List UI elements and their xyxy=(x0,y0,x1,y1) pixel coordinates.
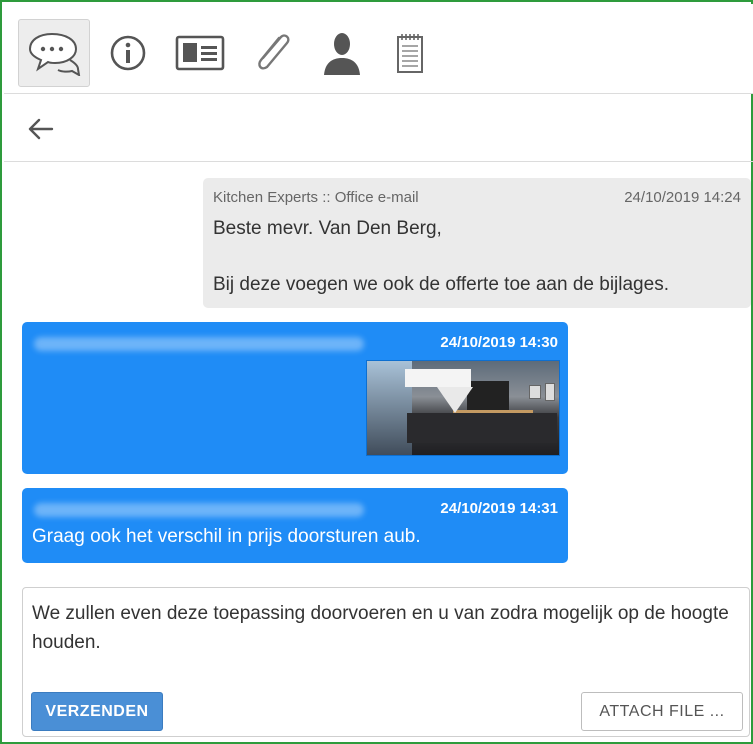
message-text-line: Bij deze voegen we ook de offerte toe aa… xyxy=(213,274,669,295)
redacted-sender xyxy=(34,337,364,351)
kitchen-render-image[interactable] xyxy=(366,360,560,456)
arrow-left-icon xyxy=(26,118,56,148)
compose-input[interactable]: We zullen even deze toepassing doorvoere… xyxy=(32,599,732,657)
notes-tab[interactable] xyxy=(374,19,446,87)
chat-tab[interactable] xyxy=(18,19,90,87)
message-sender: Kitchen Experts :: Office e-mail xyxy=(213,189,419,206)
send-button[interactable]: VERZENDEN xyxy=(31,692,163,731)
contact-card-tab[interactable] xyxy=(164,19,236,87)
chat-icon xyxy=(26,30,82,76)
message-timestamp: 24/10/2019 14:24 xyxy=(624,189,741,206)
message-timestamp: 24/10/2019 14:31 xyxy=(440,500,558,517)
toolbar xyxy=(4,4,753,94)
message-outgoing: 24/10/2019 14:31 Graag ook het verschil … xyxy=(22,488,568,563)
info-icon xyxy=(108,33,148,73)
info-tab[interactable] xyxy=(92,19,164,87)
person-tab[interactable] xyxy=(306,19,378,87)
app-frame: Kitchen Experts :: Office e-mail 24/10/2… xyxy=(0,0,753,744)
notepad-icon xyxy=(395,32,425,74)
person-icon xyxy=(320,30,364,76)
message-outgoing: 24/10/2019 14:30 xyxy=(22,322,568,474)
compose-box[interactable]: We zullen even deze toepassing doorvoere… xyxy=(22,587,750,737)
message-text: Graag ook het verschil in prijs doorstur… xyxy=(32,526,421,547)
back-button[interactable] xyxy=(26,114,56,144)
message-text-line: Beste mevr. Van Den Berg, xyxy=(213,218,442,239)
attach-file-button[interactable]: ATTACH FILE ... xyxy=(581,692,743,731)
contact-card-icon xyxy=(175,34,225,72)
redacted-sender xyxy=(34,503,364,517)
message-incoming: Kitchen Experts :: Office e-mail 24/10/2… xyxy=(203,178,751,308)
message-timestamp: 24/10/2019 14:30 xyxy=(440,334,558,351)
navigation-bar xyxy=(4,94,753,162)
paperclip-icon xyxy=(249,30,295,76)
attachments-tab[interactable] xyxy=(236,19,308,87)
